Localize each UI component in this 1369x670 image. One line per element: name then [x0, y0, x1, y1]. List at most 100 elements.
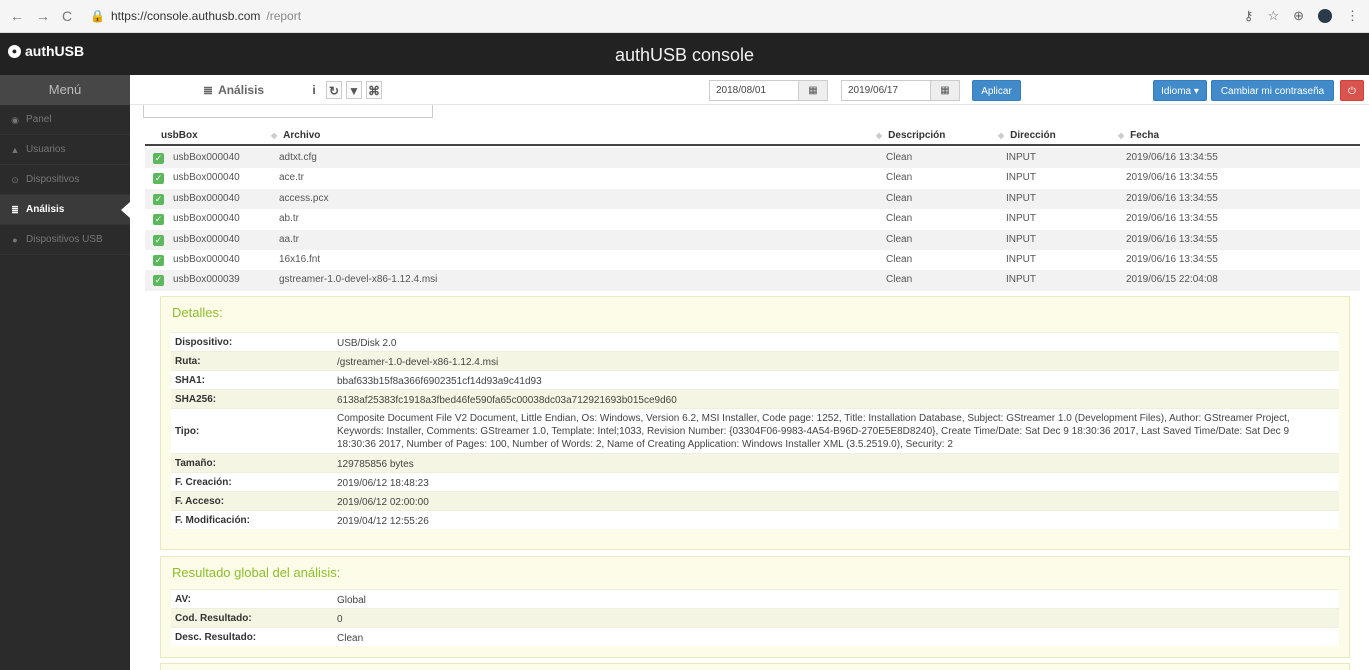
cell-usbbox: usbBox000040 — [173, 152, 240, 163]
table-row[interactable]: ✓ usbBox000040 access.pcx Clean INPUT 20… — [145, 188, 1360, 210]
date-to-input[interactable]: 2019/06/17 — [841, 80, 931, 101]
next-panel — [160, 663, 1350, 670]
sidebar-menu-title: Menú — [0, 75, 130, 105]
toolbar: ≣ Análisis i ↻ ▼ ⌘ 2018/08/01 ▦ 2019/06/… — [130, 75, 1369, 105]
cell-usbbox: usbBox000040 — [173, 253, 240, 265]
calendar-icon[interactable]: ▦ — [798, 80, 828, 101]
detail-row: Ruta: /gstreamer-1.0-devel-x86-1.12.4.ms… — [171, 351, 1339, 370]
sidebar-item-dispositivos[interactable]: ⊙ Dispositivos — [0, 165, 130, 195]
check-icon[interactable]: ✓ — [153, 173, 164, 185]
detail-row: F. Acceso: 2019/06/12 02:00:00 — [171, 491, 1339, 510]
filter-icon[interactable]: ▼ — [346, 81, 362, 99]
change-password-button[interactable]: Cambiar mi contraseña — [1211, 80, 1334, 101]
check-icon[interactable]: ✓ — [153, 275, 164, 287]
column-header-fecha[interactable]: ◆ Fecha — [1118, 130, 1159, 141]
info-icon[interactable]: i — [306, 81, 322, 99]
column-header-direccion[interactable]: ◆ Dirección — [998, 130, 1056, 141]
calendar-icon[interactable]: ▦ — [930, 80, 960, 101]
app-header: ● authUSB authUSB console — [0, 33, 1369, 75]
language-dropdown[interactable]: Idioma ▾ — [1153, 80, 1207, 101]
menu-icon[interactable]: ⋮ — [1346, 8, 1359, 24]
result-row: Desc. Resultado: Clean — [171, 627, 1339, 646]
table-row[interactable]: ✓ usbBox000040 ace.tr Clean INPUT 2019/0… — [145, 168, 1360, 188]
check-icon[interactable]: ✓ — [153, 153, 164, 164]
sidebar-item-label: Dispositivos — [26, 173, 80, 185]
cell-desc: Clean — [886, 152, 913, 163]
cell-date: 2019/06/16 13:34:55 — [1126, 233, 1218, 245]
sidebar-item-usuarios[interactable]: ▲ Usuarios — [0, 135, 130, 165]
sort-icon: ◆ — [271, 131, 278, 140]
address-bar[interactable]: 🔒 https://console.authusb.com/report — [90, 9, 1244, 23]
cell-date: 2019/06/15 22:04:08 — [1126, 274, 1218, 286]
list-icon: ≣ — [203, 83, 214, 97]
toolbar-icons: i ↻ ▼ ⌘ — [306, 81, 382, 99]
table-row[interactable]: ✓ usbBox000040 16x16.fnt Clean INPUT 201… — [145, 250, 1360, 270]
star-icon[interactable]: ☆ — [1267, 8, 1279, 24]
cell-date: 2019/06/16 13:34:55 — [1126, 253, 1218, 265]
column-header-archivo[interactable]: ◆ Archivo — [271, 130, 320, 141]
cell-dir: INPUT — [1006, 172, 1036, 184]
section-title: ≣ Análisis — [203, 83, 264, 97]
sidebar-item-analisis[interactable]: ≣ Análisis — [0, 195, 130, 225]
user-icon: ▲ — [10, 144, 20, 155]
detail-row: SHA256: 6138af25383fc1918a3fbed46fe590fa… — [171, 389, 1339, 408]
apply-button[interactable]: Aplicar — [972, 80, 1021, 101]
sort-icon: ◆ — [998, 131, 1005, 140]
cell-usbbox: usbBox000040 — [173, 213, 240, 225]
details-panel: Detalles: Dispositivo: USB/Disk 2.0 Ruta… — [160, 296, 1350, 550]
check-icon[interactable]: ✓ — [153, 193, 164, 205]
sidebar: Menú ◉ Panel ▲ Usuarios ⊙ Dispositivos ≣… — [0, 75, 130, 670]
cell-dir: INPUT — [1006, 253, 1036, 265]
refresh-icon[interactable]: ↻ — [326, 81, 342, 99]
cell-date: 2019/06/16 13:34:55 — [1126, 152, 1218, 163]
check-icon[interactable]: ✓ — [153, 254, 164, 266]
cell-dir: INPUT — [1006, 192, 1036, 204]
date-from-input[interactable]: 2018/08/01 — [709, 80, 799, 101]
column-header-usbbox[interactable]: usbBox — [161, 130, 198, 141]
cell-usbbox: usbBox000040 — [173, 233, 240, 245]
cell-date: 2019/06/16 13:34:55 — [1126, 213, 1218, 225]
browser-chrome: ← → C 🔒 https://console.authusb.com/repo… — [0, 0, 1369, 33]
logout-icon[interactable]: ⏻ — [1340, 80, 1364, 101]
table-row[interactable]: ✓ usbBox000040 adtxt.cfg Clean INPUT 201… — [145, 148, 1360, 169]
cell-file: gstreamer-1.0-devel-x86-1.12.4.msi — [279, 274, 438, 286]
sidebar-item-dispositivos-usb[interactable]: ● Dispositivos USB — [0, 225, 130, 255]
result-title: Resultado global del análisis: — [172, 565, 341, 580]
extension-icon[interactable]: ⊕ — [1293, 8, 1304, 24]
cell-dir: INPUT — [1006, 233, 1036, 245]
table-header: usbBox ◆ Archivo ◆ Descripción ◆ Dirección … — [145, 124, 1360, 146]
list-icon: ≣ — [11, 204, 19, 215]
lock-icon: 🔒 — [90, 9, 105, 23]
cell-desc: Clean — [886, 213, 913, 225]
cell-date: 2019/06/16 13:34:55 — [1126, 172, 1218, 184]
table-row[interactable]: ✓ usbBox000040 ab.tr Clean INPUT 2019/06… — [145, 209, 1360, 229]
key-icon[interactable]: ⚷ — [1244, 8, 1254, 24]
cell-desc: Clean — [886, 274, 913, 286]
result-row: Cod. Resultado: 0 — [171, 608, 1339, 627]
table-body: ✓ usbBox000040 adtxt.cfg Clean INPUT 201… — [145, 148, 1360, 291]
sidebar-item-panel[interactable]: ◉ Panel — [0, 105, 130, 135]
export-icon[interactable]: ⌘ — [366, 81, 382, 99]
url-host: https://console.authusb.com — [110, 9, 261, 23]
result-fields: AV: Global Cod. Resultado: 0 Desc. Resul… — [171, 589, 1339, 646]
browser-nav: ← → C — [10, 8, 90, 24]
check-icon[interactable]: ✓ — [153, 214, 164, 226]
column-header-descripcion[interactable]: ◆ Descripción — [876, 130, 945, 141]
profile-avatar[interactable] — [1318, 9, 1332, 23]
forward-icon[interactable]: → — [36, 8, 50, 24]
reload-icon[interactable]: C — [62, 8, 72, 24]
sidebar-item-label: Usuarios — [26, 143, 66, 155]
sidebar-item-label: Dispositivos USB — [26, 233, 103, 245]
back-icon[interactable]: ← — [10, 8, 24, 24]
table-row[interactable]: ✓ usbBox000040 aa.tr Clean INPUT 2019/06… — [145, 229, 1360, 250]
cell-desc: Clean — [886, 233, 913, 245]
check-icon[interactable]: ✓ — [153, 234, 164, 246]
cell-dir: INPUT — [1006, 213, 1036, 225]
cell-dir: INPUT — [1006, 152, 1036, 163]
search-input[interactable] — [143, 105, 433, 118]
sidebar-item-label: Panel — [26, 113, 52, 125]
cell-file: ab.tr — [279, 213, 300, 225]
cell-file: access.pcx — [279, 192, 329, 204]
table-row[interactable]: ✓ usbBox000039 gstreamer-1.0-devel-x86-1… — [145, 270, 1360, 291]
sidebar-item-label: Análisis — [26, 203, 65, 215]
